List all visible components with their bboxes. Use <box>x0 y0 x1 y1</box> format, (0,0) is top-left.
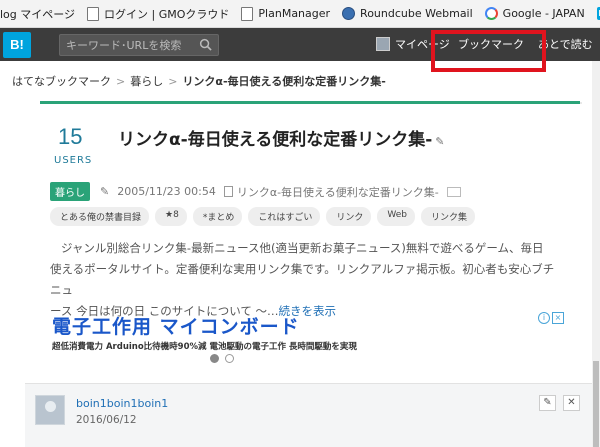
hatena-logo[interactable]: B! <box>3 31 31 58</box>
scrollbar[interactable] <box>592 61 600 447</box>
edit-pencil-icon[interactable]: ✎ <box>539 395 556 411</box>
breadcrumb-category[interactable]: 暮らし <box>130 75 163 88</box>
tag-list: とある俺の禁書目録 ★8 *まとめ これはすごい リンク Web リンク集 <box>50 207 481 226</box>
close-icon[interactable]: ✕ <box>563 395 580 411</box>
users-count[interactable]: 15 <box>58 124 82 150</box>
ad-info-icon[interactable]: i <box>538 312 550 324</box>
bookmark-item[interactable]: log マイページ <box>0 6 75 22</box>
comment-username[interactable]: boin1boin1boin1 <box>76 397 168 410</box>
tag-item[interactable]: ★8 <box>155 207 187 226</box>
scrollbar-thumb[interactable] <box>593 361 599 447</box>
entry-date: 2005/11/23 00:54 <box>117 185 216 198</box>
bookmark-item[interactable]: Roundcube Webmail <box>342 7 473 20</box>
comment-date: 2016/06/12 <box>76 414 137 426</box>
ad-title[interactable]: 電子工作用 マイコンボード <box>52 312 300 339</box>
carousel-dot[interactable] <box>225 354 234 363</box>
entry-title[interactable]: リンクα-毎日使える便利な定番リンク集- ✎ <box>118 125 445 150</box>
users-label: USERS <box>54 155 93 166</box>
entry-title-text: リンクα-毎日使える便利な定番リンク集- <box>118 130 433 150</box>
read-later-link[interactable]: あとで読む <box>538 36 593 52</box>
entry-meta: 暮らし ✎ 2005/11/23 00:54 リンクα-毎日使える便利な定番リン… <box>50 182 461 201</box>
tag-item[interactable]: リンク集 <box>420 207 475 226</box>
bookmark-label: log マイページ <box>0 7 76 21</box>
pencil-icon: ✎ <box>100 185 110 198</box>
search-input[interactable]: キーワード･URLを検索 <box>59 33 219 56</box>
ad-banner[interactable]: 電子工作用 マイコンボード 超低消費電力 Arduino比待機時90%減 電池駆… <box>52 312 564 364</box>
bookmark-item[interactable]: ログイン | GMOクラウド <box>87 6 229 22</box>
bookmarks-bar: log マイページ ログイン | GMOクラウド PlanManager Rou… <box>0 0 600 28</box>
carousel-dot-active[interactable] <box>210 354 219 363</box>
user-avatar[interactable] <box>35 395 65 425</box>
globe-icon <box>342 7 356 20</box>
page-icon <box>87 6 100 21</box>
carousel-dots <box>210 354 240 363</box>
chevron-right-icon: > <box>168 75 178 88</box>
bookmark-item[interactable]: Google - JAPAN <box>484 7 585 20</box>
search-icon[interactable] <box>199 38 212 51</box>
tag-item[interactable]: リンク <box>326 207 372 226</box>
thumbnail-icon <box>446 186 461 197</box>
entry-description: ジャンル別総合リンク集-最新ニュース他(適当更新お菓子ニュース)無料で遊べるゲー… <box>50 238 562 322</box>
document-icon <box>223 186 233 197</box>
search-placeholder: キーワード･URLを検索 <box>66 38 182 52</box>
category-badge[interactable]: 暮らし <box>50 182 90 201</box>
tag-item[interactable]: Web <box>377 207 415 226</box>
breadcrumb-current: リンクα-毎日使える便利な定番リンク集- <box>182 75 386 88</box>
google-icon <box>484 7 498 20</box>
bookmark-label: Roundcube Webmail <box>360 7 473 20</box>
chevron-right-icon: > <box>116 75 126 88</box>
tag-item[interactable]: とある俺の禁書目録 <box>50 207 150 226</box>
ad-close-icon[interactable]: × <box>552 312 564 324</box>
desc-line: ジャンル別総合リンク集-最新ニュース他(適当更新お菓子ニュース)無料で遊べるゲー… <box>61 241 544 255</box>
breadcrumb: はてなブックマーク > 暮らし > リンクα-毎日使える便利な定番リンク集- <box>12 73 386 89</box>
bookmark-label: Google - JAPAN <box>502 7 585 20</box>
bookmark-label: PlanManager <box>258 7 331 20</box>
entry-source-title[interactable]: リンクα-毎日使える便利な定番リンク集- <box>237 184 439 200</box>
highlight-box <box>431 30 546 72</box>
bookmark-item[interactable]: PlanManager <box>241 6 331 21</box>
desc-line: 使えるポータルサイト。定番便利な実用リンク集です。リンクアルファ掲示板。初心者も… <box>50 262 555 297</box>
tag-item[interactable]: これはすごい <box>248 207 321 226</box>
ad-choices: i × <box>536 312 564 324</box>
breadcrumb-home[interactable]: はてなブックマーク <box>12 75 111 88</box>
page-icon <box>241 6 254 21</box>
entry-top-border <box>40 101 582 104</box>
ad-subtitle: 超低消費電力 Arduino比待機時90%減 電池駆動の電子工作 長時間駆動を実… <box>52 342 357 352</box>
tag-item[interactable]: *まとめ <box>192 207 243 226</box>
pencil-icon[interactable]: ✎ <box>435 135 444 148</box>
user-avatar-icon <box>376 37 390 51</box>
bookmark-label: ログイン | GMOクラウド <box>104 7 230 21</box>
